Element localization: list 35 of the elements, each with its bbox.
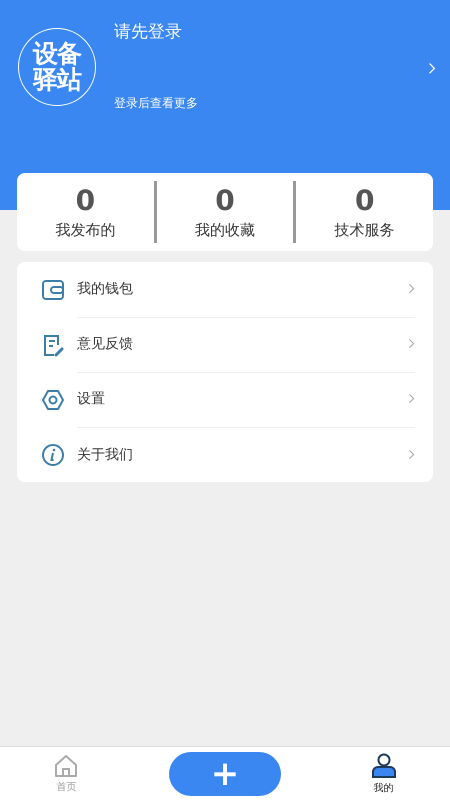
login-hint: 登录后查看更多 bbox=[114, 95, 199, 112]
add-button[interactable]: + bbox=[168, 752, 281, 796]
chevron-right-icon bbox=[408, 283, 415, 295]
chevron-right-icon bbox=[408, 338, 415, 350]
stat-item[interactable]: 0 我的收藏 bbox=[154, 181, 294, 243]
menu-item[interactable]: 我的钱包 bbox=[17, 262, 433, 317]
menu-label: 关于我们 bbox=[77, 446, 133, 464]
chevron-right-icon bbox=[408, 393, 415, 405]
menu-label: 设置 bbox=[77, 390, 105, 408]
stat-count: 0 bbox=[354, 184, 374, 216]
chevron-right-icon bbox=[428, 62, 436, 74]
app-logo: 设备 驿站 bbox=[18, 28, 96, 106]
menu-item[interactable]: 意见反馈 bbox=[17, 317, 433, 372]
home-icon bbox=[53, 754, 80, 778]
stat-count: 0 bbox=[76, 184, 96, 216]
stat-item[interactable]: 0 我发布的 bbox=[17, 173, 154, 251]
wallet-icon bbox=[41, 278, 65, 300]
stat-count: 0 bbox=[215, 184, 235, 216]
stat-item[interactable]: 0 技术服务 bbox=[293, 181, 434, 243]
settings-icon bbox=[41, 388, 65, 412]
chevron-right-icon bbox=[408, 448, 415, 460]
note-edit-icon bbox=[42, 332, 64, 356]
menu-label: 我的钱包 bbox=[77, 280, 133, 298]
tab-label: 我的 bbox=[374, 782, 394, 794]
stat-label: 技术服务 bbox=[334, 220, 395, 240]
stat-label: 我的收藏 bbox=[195, 220, 255, 240]
menu-item[interactable]: 设置 bbox=[17, 372, 433, 427]
tab-label: 首页 bbox=[56, 780, 76, 794]
person-icon bbox=[370, 752, 397, 778]
info-icon bbox=[41, 442, 65, 466]
stat-label: 我发布的 bbox=[55, 220, 116, 240]
menu-item[interactable]: 关于我们 bbox=[17, 427, 433, 482]
login-prompt[interactable]: 请先登录 bbox=[114, 20, 428, 43]
tab[interactable]: 我的 bbox=[354, 752, 414, 794]
menu-label: 意见反馈 bbox=[77, 335, 133, 353]
